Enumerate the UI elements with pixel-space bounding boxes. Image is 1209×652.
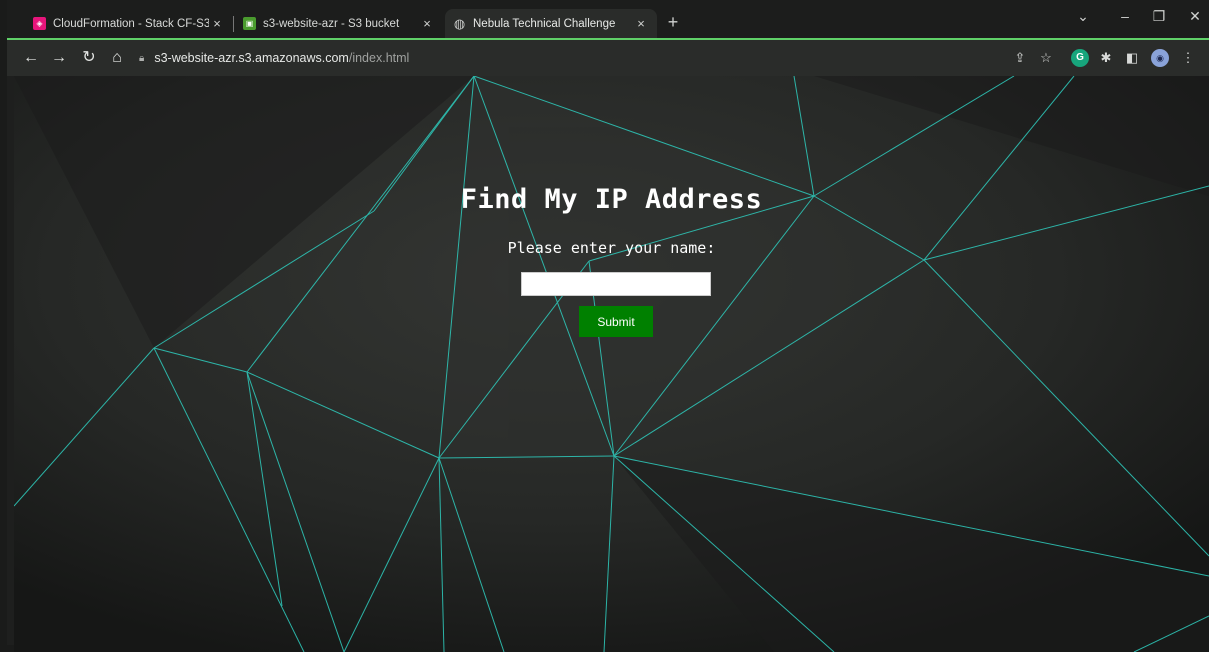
close-icon[interactable]: × [209, 16, 225, 31]
window-close-icon[interactable]: ✕ [1185, 8, 1205, 25]
new-tab-button[interactable]: + [663, 12, 683, 33]
browser-toolbar: ← → ↻ ⌂ 🔒︎ s3-website-azr.s3.amazonaws.c… [7, 38, 1209, 76]
tab-strip: ◈ CloudFormation - Stack CF-S3-w × ▣ s3-… [7, 0, 1209, 38]
minimize-icon[interactable]: – [1115, 8, 1135, 24]
page-title: Find My IP Address [460, 184, 763, 215]
menu-kebab-icon[interactable]: ⋮ [1179, 49, 1197, 67]
tab-separator [233, 16, 234, 32]
lock-icon: 🔒︎ [139, 52, 145, 64]
forward-icon[interactable]: → [49, 48, 69, 68]
web-page: Find My IP Address Please enter your nam… [14, 76, 1209, 652]
close-icon[interactable]: × [419, 16, 435, 31]
bookmark-star-icon[interactable]: ☆ [1037, 49, 1055, 67]
submit-button[interactable]: Submit [579, 306, 653, 337]
close-icon[interactable]: × [633, 16, 649, 31]
side-panel-icon[interactable]: ◧ [1123, 49, 1141, 67]
tab-title: Nebula Technical Challenge [473, 17, 616, 30]
main-content: Find My IP Address Please enter your nam… [14, 76, 1209, 652]
name-prompt-label: Please enter your name: [507, 239, 716, 257]
url-path: /index.html [348, 51, 410, 65]
tab-title: s3-website-azr - S3 bucket [263, 17, 400, 30]
browser-window: ◈ CloudFormation - Stack CF-S3-w × ▣ s3-… [0, 0, 1209, 652]
tab-title: CloudFormation - Stack CF-S3-w [53, 17, 209, 30]
address-bar[interactable]: 🔒︎ s3-website-azr.s3.amazonaws.com/index… [139, 46, 989, 70]
restore-icon[interactable]: ❐ [1149, 8, 1169, 25]
chevron-down-icon[interactable]: ⌄ [1073, 8, 1093, 25]
tab-nebula-challenge[interactable]: ◍ Nebula Technical Challenge × [445, 9, 657, 38]
name-input[interactable] [521, 272, 711, 296]
tab-cloudformation[interactable]: ◈ CloudFormation - Stack CF-S3-w × [25, 9, 233, 38]
share-icon[interactable]: ⇪ [1011, 49, 1029, 67]
grammarly-extension-icon[interactable]: G [1071, 49, 1089, 67]
cloudformation-icon: ◈ [33, 17, 46, 30]
extensions-puzzle-icon[interactable]: ✱ [1097, 49, 1115, 67]
home-icon[interactable]: ⌂ [107, 48, 127, 68]
back-icon[interactable]: ← [21, 48, 41, 68]
url-host: s3-website-azr.s3.amazonaws.com [154, 51, 349, 65]
reload-icon[interactable]: ↻ [79, 48, 99, 68]
s3-icon: ▣ [243, 17, 256, 30]
profile-avatar-icon[interactable]: ◉ [1151, 49, 1169, 67]
tab-s3-bucket[interactable]: ▣ s3-website-azr - S3 bucket × [235, 9, 443, 38]
globe-icon: ◍ [453, 15, 466, 31]
